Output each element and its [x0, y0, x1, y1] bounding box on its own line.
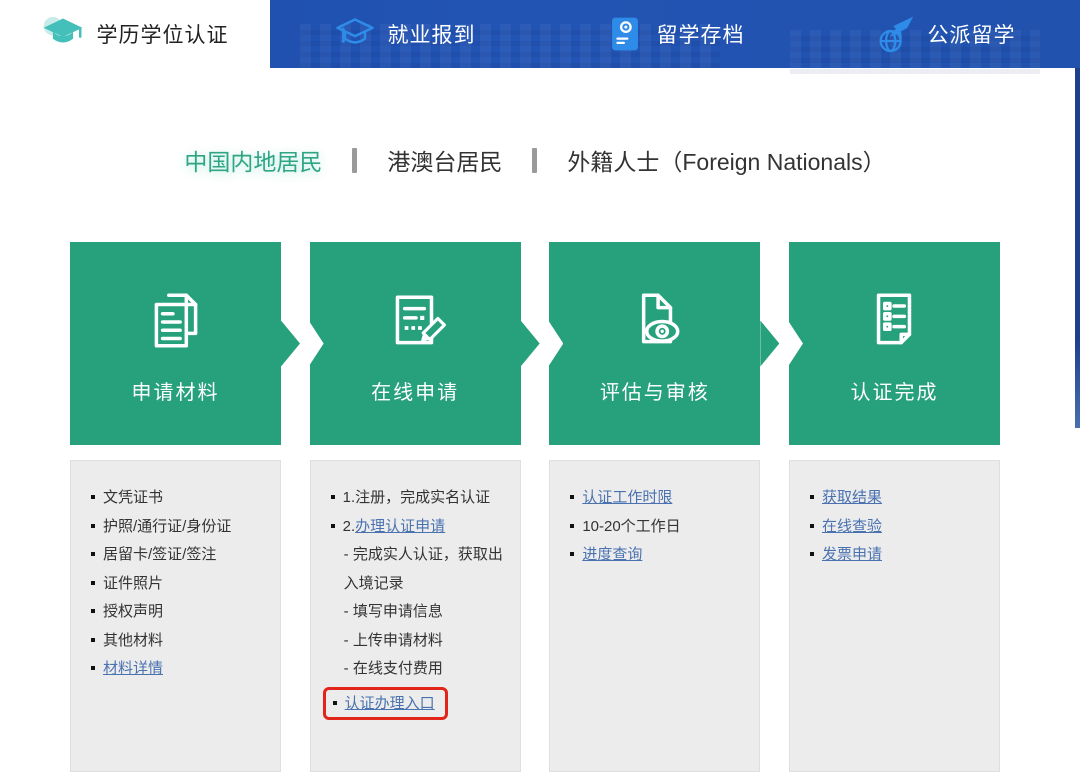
review-eye-icon	[622, 286, 688, 356]
step-card-online-application: 在线申请	[310, 242, 521, 445]
step-label: 认证完成	[850, 376, 938, 405]
separator-bar	[532, 148, 537, 173]
panel-text-item: 证件照片	[91, 570, 266, 599]
panel-authentication-complete: 获取结果在线查验发票申请	[789, 460, 1000, 772]
tab-government-sponsored-study[interactable]: 公派留学	[810, 0, 1080, 68]
tab-label: 留学存档	[657, 19, 745, 49]
right-edge-banner-strip	[1075, 68, 1080, 428]
panel-text-item: - 在线支付费用	[331, 655, 506, 684]
tab-mainland-residents[interactable]: 中国内地居民	[184, 143, 322, 177]
graduation-cap-outline-icon	[335, 16, 375, 53]
panel-text-item: - 上传申请材料	[331, 627, 506, 656]
panel-link-item: 获取结果	[810, 484, 985, 513]
panel-text: 授权声明	[103, 603, 163, 620]
panel-link-item: 认证工作时限	[570, 484, 745, 513]
panel-text: 居留卡/签证/签注	[103, 546, 216, 563]
step-label: 在线申请	[371, 376, 459, 405]
panel-link[interactable]: 进度查询	[582, 546, 642, 563]
panel-text: 证件照片	[103, 575, 163, 592]
panel-text: 10-20个工作日	[582, 518, 680, 535]
panel-text: 文凭证书	[103, 489, 163, 506]
graduation-cap-filled-icon	[42, 16, 84, 53]
panel-link[interactable]: 材料详情	[103, 660, 163, 677]
panel-link[interactable]: 认证办理入口	[345, 695, 435, 712]
panel-link-item: 认证办理入口	[323, 687, 448, 720]
panel-link-item: 在线查验	[810, 513, 985, 542]
panel-item-list: 获取结果在线查验发票申请	[790, 461, 999, 570]
step-card-evaluation-review: 评估与审核	[549, 242, 760, 445]
panel-item-list: 文凭证书护照/通行证/身份证居留卡/签证/签注证件照片授权声明其他材料材料详情	[71, 461, 280, 684]
tab-hk-macao-taiwan-residents[interactable]: 港澳台居民	[387, 143, 502, 177]
panel-text-item: 入境记录	[331, 570, 506, 599]
panel-application-materials: 文凭证书护照/通行证/身份证居留卡/签证/签注证件照片授权声明其他材料材料详情	[70, 460, 281, 772]
separator-bar	[352, 148, 357, 173]
tab-credential-authentication[interactable]: 学历学位认证	[0, 0, 270, 68]
panel-online-application: 1.注册，完成实名认证 2.办理认证申请 - 完成实人认证，获取出入境记录 - 填写申…	[310, 460, 521, 772]
panel-text-item: - 完成实人认证，获取出	[331, 541, 506, 570]
tab-foreign-nationals[interactable]: 外籍人士（Foreign Nationals）	[567, 143, 885, 177]
archive-document-icon	[606, 15, 644, 53]
panel-text: 护照/通行证/身份证	[103, 518, 231, 535]
panel-text: - 在线支付费用	[344, 660, 443, 677]
tab-label: 学历学位认证	[97, 19, 229, 49]
panel-text-item: 居留卡/签证/签注	[91, 541, 266, 570]
panel-text-item: - 填写申请信息	[331, 598, 506, 627]
panel-link-item: 进度查询	[570, 541, 745, 570]
edit-document-icon	[382, 286, 448, 356]
panel-text-item: 10-20个工作日	[570, 513, 745, 542]
panel-link[interactable]: 发票申请	[822, 546, 882, 563]
panel-link-item: 发票申请	[810, 541, 985, 570]
panel-text: 入境记录	[344, 575, 404, 592]
panel-text-item: 其他材料	[91, 627, 266, 656]
panel-text-item: 护照/通行证/身份证	[91, 513, 266, 542]
panel-text: 其他材料	[103, 632, 163, 649]
panel-item-list: 1.注册，完成实名认证 2.办理认证申请 - 完成实人认证，获取出入境记录 - 填写申…	[311, 461, 520, 720]
step-card-application-materials: 申请材料	[70, 242, 281, 445]
panel-evaluation-review: 认证工作时限 10-20个工作日进度查询	[549, 460, 760, 772]
panel-text: - 上传申请材料	[344, 632, 443, 649]
tab-label: 公派留学	[928, 19, 1016, 49]
tab-employment-registration[interactable]: 就业报到	[270, 0, 540, 68]
tab-study-abroad-archive[interactable]: 留学存档	[540, 0, 810, 68]
panel-item-list: 认证工作时限 10-20个工作日进度查询	[550, 461, 759, 570]
checklist-icon	[861, 286, 927, 356]
panel-text-item: 文凭证书	[91, 484, 266, 513]
panel-link[interactable]: 获取结果	[822, 489, 882, 506]
step-label: 评估与审核	[600, 376, 710, 405]
step-detail-panels: 文凭证书护照/通行证/身份证居留卡/签证/签注证件照片授权声明其他材料材料详情 …	[70, 460, 1000, 772]
residency-tabs: 中国内地居民 港澳台居民 外籍人士（Foreign Nationals）	[70, 140, 1000, 180]
panel-link-item: 材料详情	[91, 655, 266, 684]
item-number-prefix: 2.	[343, 518, 356, 535]
panel-link-item: 2.办理认证申请	[331, 513, 506, 542]
step-card-authentication-complete: 认证完成	[789, 242, 1000, 445]
panel-text: - 填写申请信息	[344, 603, 443, 620]
tab-label: 就业报到	[388, 19, 476, 49]
documents-icon	[143, 286, 209, 356]
top-tabbar: 学历学位认证 就业报到 留学存档	[0, 0, 1080, 68]
panel-text-item: 授权声明	[91, 598, 266, 627]
panel-link[interactable]: 认证工作时限	[582, 489, 672, 506]
panel-text: 1.注册，完成实名认证	[343, 489, 491, 506]
step-label: 申请材料	[132, 376, 220, 405]
process-steps: 申请材料 在线申请	[70, 242, 1000, 445]
panel-link[interactable]: 在线查验	[822, 518, 882, 535]
panel-link[interactable]: 办理认证申请	[355, 518, 445, 535]
panel-text-item: 1.注册，完成实名认证	[331, 484, 506, 513]
plane-globe-icon	[875, 14, 915, 54]
panel-text: - 完成实人认证，获取出	[344, 546, 503, 563]
